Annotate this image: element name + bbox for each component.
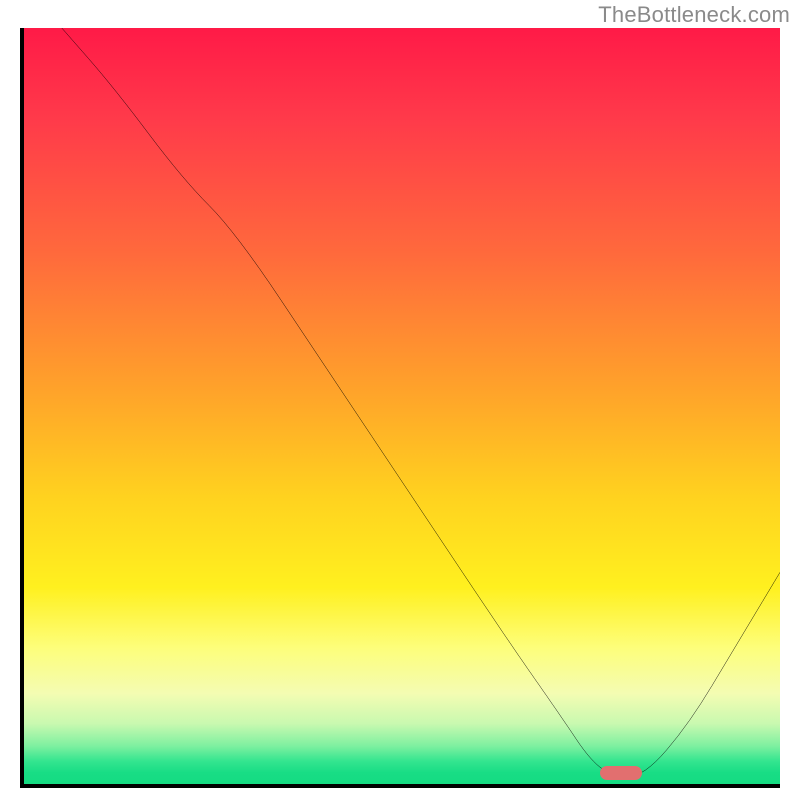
chart-container: TheBottleneck.com — [0, 0, 800, 800]
watermark-text: TheBottleneck.com — [598, 2, 790, 28]
curve-path — [62, 28, 780, 776]
marker-pill — [600, 766, 642, 780]
curve-svg — [24, 28, 780, 784]
plot-area — [20, 28, 780, 788]
